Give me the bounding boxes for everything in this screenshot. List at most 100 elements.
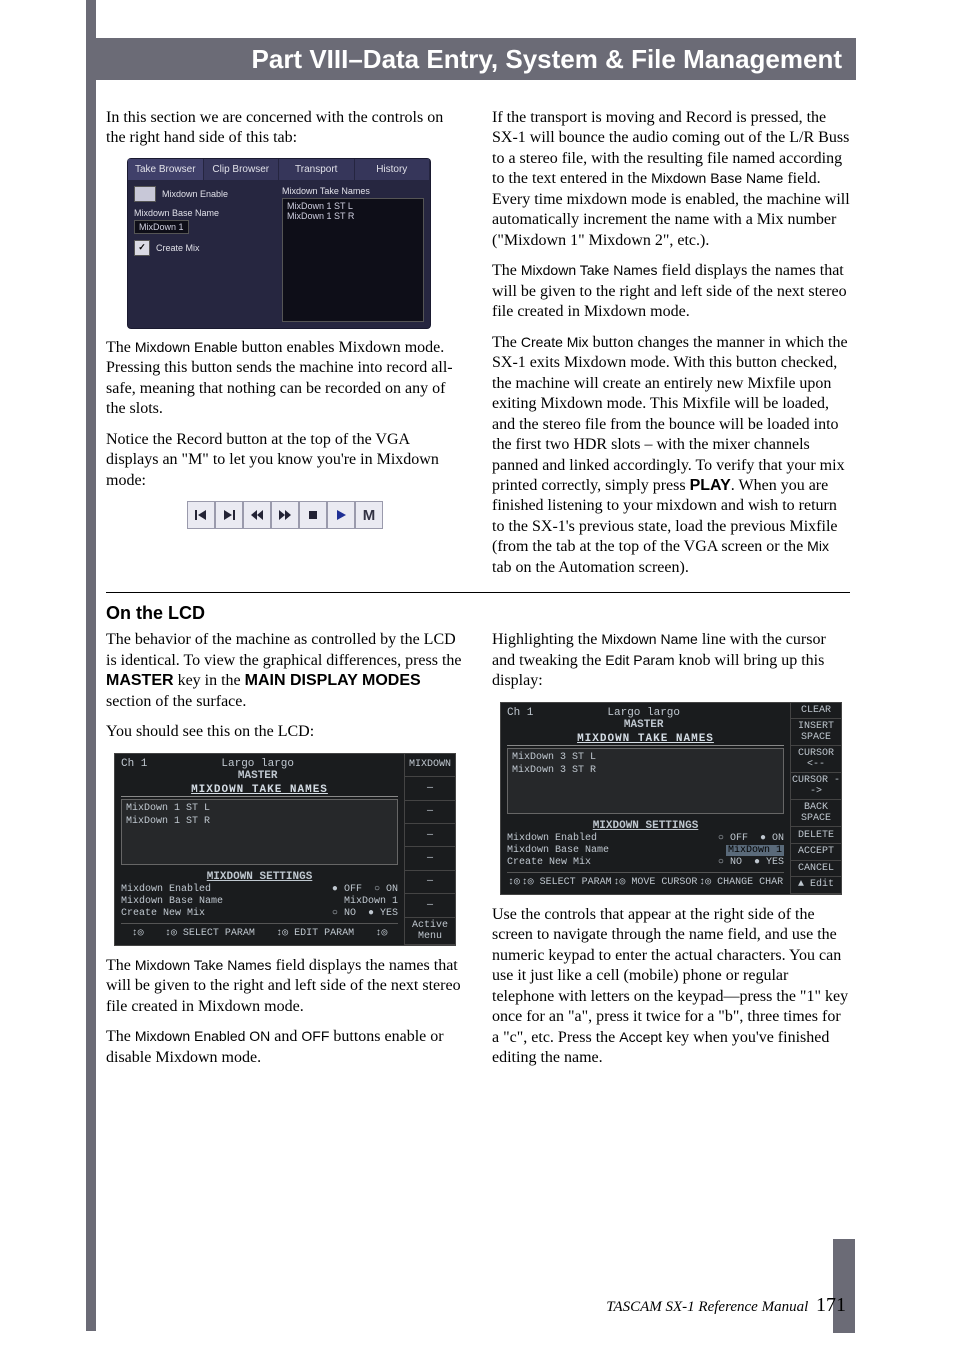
lcd1-knob-3[interactable]: ↕◎ [375,927,387,939]
lcd2-side-8[interactable]: ▲ Edit [791,877,841,894]
term-edit-param: Edit Param [605,652,674,668]
lcd2-side-5[interactable]: DELETE [791,827,841,844]
lcd2-enabled-label: Mixdown Enabled [507,833,597,844]
lcd2-enabled-on[interactable]: ON [760,833,784,844]
lcd1-enabled-off[interactable]: OFF [332,884,362,895]
lcd1-side-7[interactable]: Active Menu [405,918,455,945]
transport-stop-icon[interactable] [299,501,327,529]
take-names-list: MixDown 1 ST L MixDown 1 ST R [282,198,424,322]
lcd1-side-1[interactable]: — [405,777,455,800]
lcd1-side-6[interactable]: — [405,894,455,917]
lcd-r2: Use the controls that appear at the righ… [492,905,850,1069]
lcd1-side-5[interactable]: — [405,871,455,894]
lcd1-side-2[interactable]: — [405,801,455,824]
lcd1-create-no[interactable]: NO [332,908,356,919]
vga-tab-clip-browser[interactable]: Clip Browser [204,159,280,180]
vga-tab-take-browser[interactable]: Take Browser [128,159,204,180]
term-enabled-off: OFF [301,1028,329,1044]
lcd2-side-4[interactable]: BACK SPACE [791,800,841,827]
main-display-modes: MAIN DISPLAY MODES [245,672,421,689]
transport-rewind-icon[interactable] [243,501,271,529]
header-band: Part VIII–Data Entry, System & File Mana… [86,38,856,80]
lcd-screenshot-1: Ch 1 Largo largo MASTER MIXDOWN TAKE NAM… [114,753,456,946]
lcd1-base-label: Mixdown Base Name [121,896,223,907]
vga-tab-history[interactable]: History [355,159,431,180]
term-accept: Accept [619,1029,662,1045]
term-take-names: Mixdown Take Names [521,262,658,278]
lcd1-create-label: Create New Mix [121,908,205,919]
term-mix-tab: Mix [807,538,829,554]
transport-rtz-icon[interactable] [187,501,215,529]
intro-p2: The Mixdown Enable button enables Mixdow… [106,338,464,420]
r1: If the transport is moving and Record is… [492,108,850,251]
play-key: PLAY [690,477,731,494]
lcd1-side-3[interactable]: — [405,824,455,847]
lcd1-create-yes[interactable]: YES [368,908,398,919]
base-name-label: Mixdown Base Name [134,208,219,218]
lcd2-side-0[interactable]: CLEAR [791,703,841,720]
transport-play-icon[interactable] [327,501,355,529]
lcd1-main-title: MASTER [238,770,278,782]
lcd2-top: Largo largo [607,707,680,719]
lcd1-side-4[interactable]: — [405,847,455,870]
lcd1-take-1: MixDown 1 ST R [126,815,393,828]
lcd2-side-1[interactable]: INSERT SPACE [791,719,841,746]
transport-ffwd-icon[interactable] [271,501,299,529]
vga-tab-transport[interactable]: Transport [279,159,355,180]
lcd1-knob-2[interactable]: ↕◎ EDIT PARAM [276,927,354,939]
corner-bar [833,1239,855,1333]
take-name-0: MixDown 1 ST L [287,201,419,211]
r2: The Mixdown Take Names field displays th… [492,261,850,322]
lcd2-ch: Ch 1 [507,707,533,731]
lcd2-base-value[interactable]: MixDown 1 [726,845,784,856]
create-mix-checkbox[interactable]: ✓ [134,240,150,256]
lcd-screenshot-2: Ch 1 Largo largo MASTER MIXDOWN TAKE NAM… [500,702,842,895]
term-mixdown-enable: Mixdown Enable [135,339,238,355]
lcd2-side-7[interactable]: CANCEL [791,861,841,878]
lcd2-side-3[interactable]: CURSOR --> [791,773,841,800]
lcd1-knob-0[interactable]: ↕◎ [132,927,144,939]
lcd2-knob-1[interactable]: ↕◎ SELECT PARAM [522,876,612,888]
lcd2-knob-0[interactable]: ↕◎ [508,876,520,888]
vga-screenshot: Take Browser Clip Browser Transport Hist… [128,159,430,328]
lcd1-side-0[interactable]: MIXDOWN [405,754,455,777]
lcd1-take-title: MIXDOWN TAKE NAMES [121,784,398,797]
content: In this section we are concerned with th… [106,108,850,1078]
lcd1-take-list: MixDown 1 ST L MixDown 1 ST R [121,799,398,865]
lcd2-knob-2[interactable]: ↕◎ MOVE CURSOR [613,876,697,888]
transport-record-m-icon[interactable]: M [355,501,383,529]
lcd1-base-value: MixDown 1 [344,896,398,907]
base-name-input[interactable]: MixDown 1 [134,220,189,234]
lcd2-take-title: MIXDOWN TAKE NAMES [507,733,784,746]
mixdown-enable-label: Mixdown Enable [162,189,228,199]
lcd2-settings-title: MIXDOWN SETTINGS [507,820,784,832]
transport-bar: M [106,501,464,529]
transport-end-icon[interactable] [215,501,243,529]
lcd-heading: On the LCD [106,603,850,624]
lcd2-create-no[interactable]: NO [718,857,742,868]
lcd-p4: The Mixdown Enabled ON and OFF buttons e… [106,1027,464,1068]
lcd1-knob-1[interactable]: ↕◎ SELECT PARAM [165,927,255,939]
create-mix-label: Create Mix [156,243,200,253]
term-base-name: Mixdown Base Name [651,170,783,186]
mixdown-enable-button[interactable] [134,186,156,202]
vga-tabs: Take Browser Clip Browser Transport Hist… [128,159,430,180]
lcd2-take-1: MixDown 3 ST R [512,764,779,777]
lcd1-take-0: MixDown 1 ST L [126,802,393,815]
lcd2-create-yes[interactable]: YES [754,857,784,868]
take-name-1: MixDown 1 ST R [287,211,419,221]
upper-columns: In this section we are concerned with th… [106,108,850,578]
lcd2-enabled-off[interactable]: OFF [718,833,748,844]
lcd1-enabled-on[interactable]: ON [374,884,398,895]
lcd2-main-title: MASTER [624,719,664,731]
lcd2-base-label: Mixdown Base Name [507,845,609,856]
footer-label: TASCAM SX-1 Reference Manual [606,1299,808,1315]
lcd2-knob-3[interactable]: ↕◎ CHANGE CHAR [699,876,783,888]
term-create-mix: Create Mix [521,334,589,350]
lcd2-side-2[interactable]: CURSOR <-- [791,746,841,773]
lcd2-side-6[interactable]: ACCEPT [791,844,841,861]
take-names-label: Mixdown Take Names [282,186,424,196]
left-rule [86,0,96,1331]
term-enabled-on: Mixdown Enabled ON [135,1028,270,1044]
lcd2-create-label: Create New Mix [507,857,591,868]
